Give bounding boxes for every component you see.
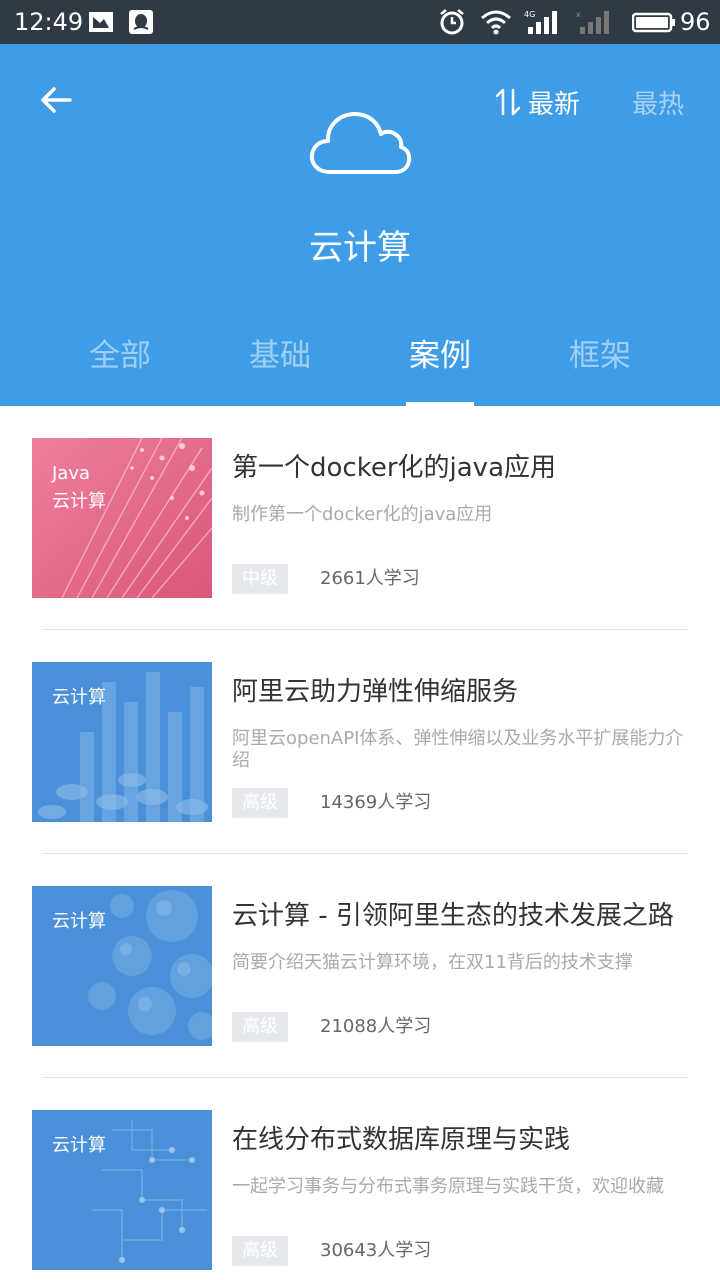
svg-text:x: x [576, 10, 581, 19]
tab-all[interactable]: 全部 [40, 324, 200, 406]
sort-latest-button[interactable]: 最新 [494, 82, 580, 122]
learner-count: 30643人学习 [320, 1240, 432, 1261]
back-arrow-icon[interactable] [36, 80, 76, 120]
alarm-icon [440, 9, 464, 35]
course-thumbnail: 云计算 [32, 662, 212, 822]
sort-latest-label: 最新 [528, 89, 581, 120]
course-thumbnail: 云计算 [32, 1110, 212, 1270]
category-tabs: 全部 基础 案例 框架 [0, 324, 720, 406]
course-title: 云计算 - 引领阿里生态的技术发展之路 [232, 901, 674, 931]
learner-count: 2661人学习 [320, 568, 420, 589]
thumbnail-label: 云计算 [52, 684, 106, 712]
svg-text:4G: 4G [524, 10, 535, 19]
level-badge: 高级 [232, 788, 288, 818]
image-notification-icon [89, 12, 113, 32]
course-description: 阿里云openAPI体系、弹性伸缩以及业务水平扩展能力介绍 [232, 728, 684, 771]
signal-empty-icon: x [576, 10, 609, 34]
course-description: 简要介绍天猫云计算环境，在双11背后的技术支撑 [232, 952, 633, 973]
course-card[interactable]: Java 云计算 第一个docker化的java应用 制作第一个docker化的… [0, 406, 720, 630]
level-badge: 高级 [232, 1012, 288, 1042]
course-thumbnail: Java 云计算 [32, 438, 212, 598]
category-title: 云计算 [309, 228, 411, 268]
signal-4g-icon: 4G [524, 10, 557, 34]
battery-icon [632, 12, 675, 33]
thumbnail-line: Java [52, 463, 91, 484]
level-badge: 高级 [232, 1236, 288, 1266]
tab-cases[interactable]: 案例 [360, 324, 520, 406]
learner-count: 21088人学习 [320, 1016, 432, 1037]
status-bar: 12:49 4G x 96 [0, 0, 720, 44]
course-card[interactable]: 云计算 在线分布式数据库原理与实践 一起学习事务与分布式事务原理与实践干货，欢迎… [0, 1078, 720, 1280]
thumbnail-line: 云计算 [52, 687, 106, 708]
sort-arrows-icon [495, 88, 521, 116]
tab-basics[interactable]: 基础 [200, 324, 360, 406]
course-card[interactable]: 云计算 云计算 - 引领阿里生态的技术发展之路 简要介绍天猫云计算环境，在双11… [0, 854, 720, 1078]
category-header: 最新 最热 云计算 全部 基础 案例 框架 [0, 44, 720, 406]
status-time: 12:49 [14, 8, 84, 36]
course-description: 制作第一个docker化的java应用 [232, 504, 493, 525]
thumbnail-label: Java 云计算 [52, 460, 106, 516]
tab-frameworks[interactable]: 框架 [520, 324, 680, 406]
course-list: Java 云计算 第一个docker化的java应用 制作第一个docker化的… [0, 406, 720, 1280]
cloud-icon [309, 112, 412, 174]
course-title: 阿里云助力弹性伸缩服务 [232, 677, 519, 707]
course-title: 在线分布式数据库原理与实践 [232, 1125, 571, 1155]
course-thumbnail: 云计算 [32, 886, 212, 1046]
thumbnail-line: 云计算 [52, 1135, 106, 1156]
course-title: 第一个docker化的java应用 [232, 453, 556, 483]
thumbnail-label: 云计算 [52, 1132, 106, 1160]
thumbnail-label: 云计算 [52, 908, 106, 936]
thumbnail-line: 云计算 [52, 491, 106, 512]
sort-hot-button[interactable]: 最热 [632, 84, 684, 121]
qq-notification-icon [129, 10, 153, 34]
level-badge: 中级 [232, 564, 288, 594]
wifi-icon [481, 10, 511, 35]
learner-count: 14369人学习 [320, 792, 432, 813]
course-card[interactable]: 云计算 阿里云助力弹性伸缩服务 阿里云openAPI体系、弹性伸缩以及业务水平扩… [0, 630, 720, 854]
course-description: 一起学习事务与分布式事务原理与实践干货，欢迎收藏 [232, 1176, 664, 1197]
battery-percentage: 96 [680, 8, 711, 36]
thumbnail-line: 云计算 [52, 911, 106, 932]
